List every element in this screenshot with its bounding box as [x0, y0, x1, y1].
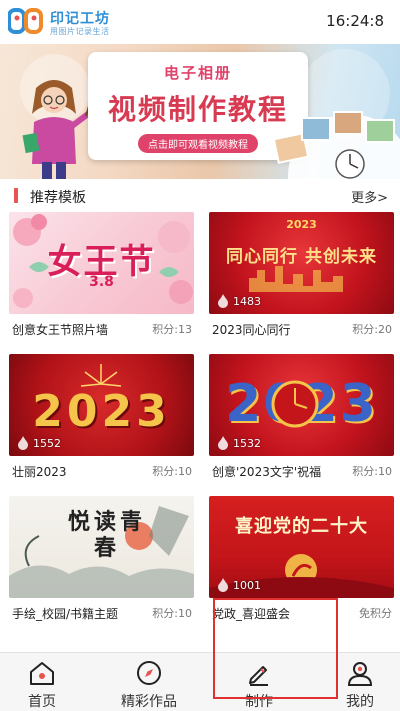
highlight-box — [213, 598, 338, 699]
template-name: 壮丽2023 — [12, 465, 67, 479]
banner-title: 电子相册 — [163, 64, 232, 82]
template-art-subtitle: 3.8 — [89, 274, 114, 290]
logo-mark-icon — [8, 8, 43, 34]
nav-label: 首页 — [28, 694, 56, 710]
view-count-number: 1552 — [33, 436, 61, 450]
template-name: 2023同心同行 — [212, 323, 291, 337]
teacher-illustration-icon — [22, 80, 92, 179]
home-icon — [30, 662, 54, 685]
template-art-title: 悦读青春 — [67, 510, 146, 561]
template-name: 手绘_校园/书籍主题 — [12, 607, 119, 621]
view-count-number: 1483 — [233, 294, 261, 308]
bottom-navigation: 首页 精彩作品 制作 我的 — [0, 652, 400, 711]
photo-wheel-illustration-icon — [272, 111, 400, 179]
section-accent-bar — [14, 188, 18, 203]
template-thumbnail: 悦读青春 — [9, 496, 194, 598]
compass-icon — [137, 661, 161, 685]
template-name: 创意'2023文字'祝福 — [212, 465, 322, 479]
logo-title: 印记工坊 — [50, 11, 110, 27]
template-points: 积分:10 — [352, 465, 392, 478]
template-card[interactable]: 2023 同心同行 共创未来 1483 2023同心同行 积分:20 — [209, 212, 394, 344]
nav-showcase[interactable]: 精彩作品 — [116, 653, 182, 711]
template-points: 积分:20 — [352, 323, 392, 336]
view-count-number: 1532 — [233, 436, 261, 450]
template-name: 创意女王节照片墙 — [12, 323, 109, 337]
template-card[interactable]: 女王节 3.8 创意女王节照片墙 积分:13 — [9, 212, 194, 344]
nav-label: 精彩作品 — [121, 694, 177, 710]
template-card[interactable]: 2023 1532 创意'2023文字'祝福 积分:10 — [209, 354, 394, 486]
template-thumbnail: 2023 1552 — [9, 354, 194, 456]
template-thumbnail: 喜迎党的二十大 1001 — [209, 496, 394, 598]
view-count: 1001 — [217, 578, 261, 592]
template-points: 积分:10 — [152, 607, 192, 620]
recommended-section-header: 推荐模板 更多> — [0, 180, 400, 212]
view-count: 1532 — [217, 436, 261, 450]
template-points: 积分:10 — [152, 465, 192, 478]
nav-home[interactable]: 首页 — [18, 653, 66, 711]
flame-icon — [218, 578, 228, 592]
nav-profile[interactable]: 我的 — [336, 653, 384, 711]
clock-text: 16:24:8 — [326, 12, 384, 30]
view-count: 1483 — [217, 294, 261, 308]
view-count-number: 1001 — [233, 578, 261, 592]
template-points: 积分:13 — [152, 323, 192, 336]
view-count: 1552 — [17, 436, 61, 450]
nav-label: 我的 — [346, 694, 374, 710]
template-points: 免积分 — [359, 607, 392, 620]
section-title: 推荐模板 — [30, 190, 86, 206]
template-thumbnail: 2023 同心同行 共创未来 1483 — [209, 212, 394, 314]
flame-icon — [218, 294, 228, 308]
logo-subtitle: 用图片记录生活 — [50, 27, 110, 36]
more-link[interactable]: 更多> — [351, 187, 388, 206]
template-thumbnail: 2023 1532 — [209, 354, 394, 456]
app-logo[interactable]: 印记工坊 用图片记录生活 — [8, 6, 128, 40]
template-card[interactable]: 2023 1552 壮丽2023 积分:10 — [9, 354, 194, 486]
flame-icon — [18, 436, 28, 450]
flame-icon — [218, 436, 228, 450]
template-thumbnail: 女王节 3.8 — [9, 212, 194, 314]
template-card[interactable]: 悦读青春 手绘_校园/书籍主题 积分:10 — [9, 496, 194, 628]
user-icon — [347, 662, 373, 686]
template-art-title: 2023 — [32, 386, 171, 437]
app-header: 印记工坊 用图片记录生活 16:24:8 — [0, 0, 400, 44]
banner-cta-button[interactable]: 点击即可观看视频教程 — [138, 134, 258, 153]
tutorial-banner[interactable]: 电子相册 视频制作教程 点击即可观看视频教程 — [0, 44, 400, 179]
